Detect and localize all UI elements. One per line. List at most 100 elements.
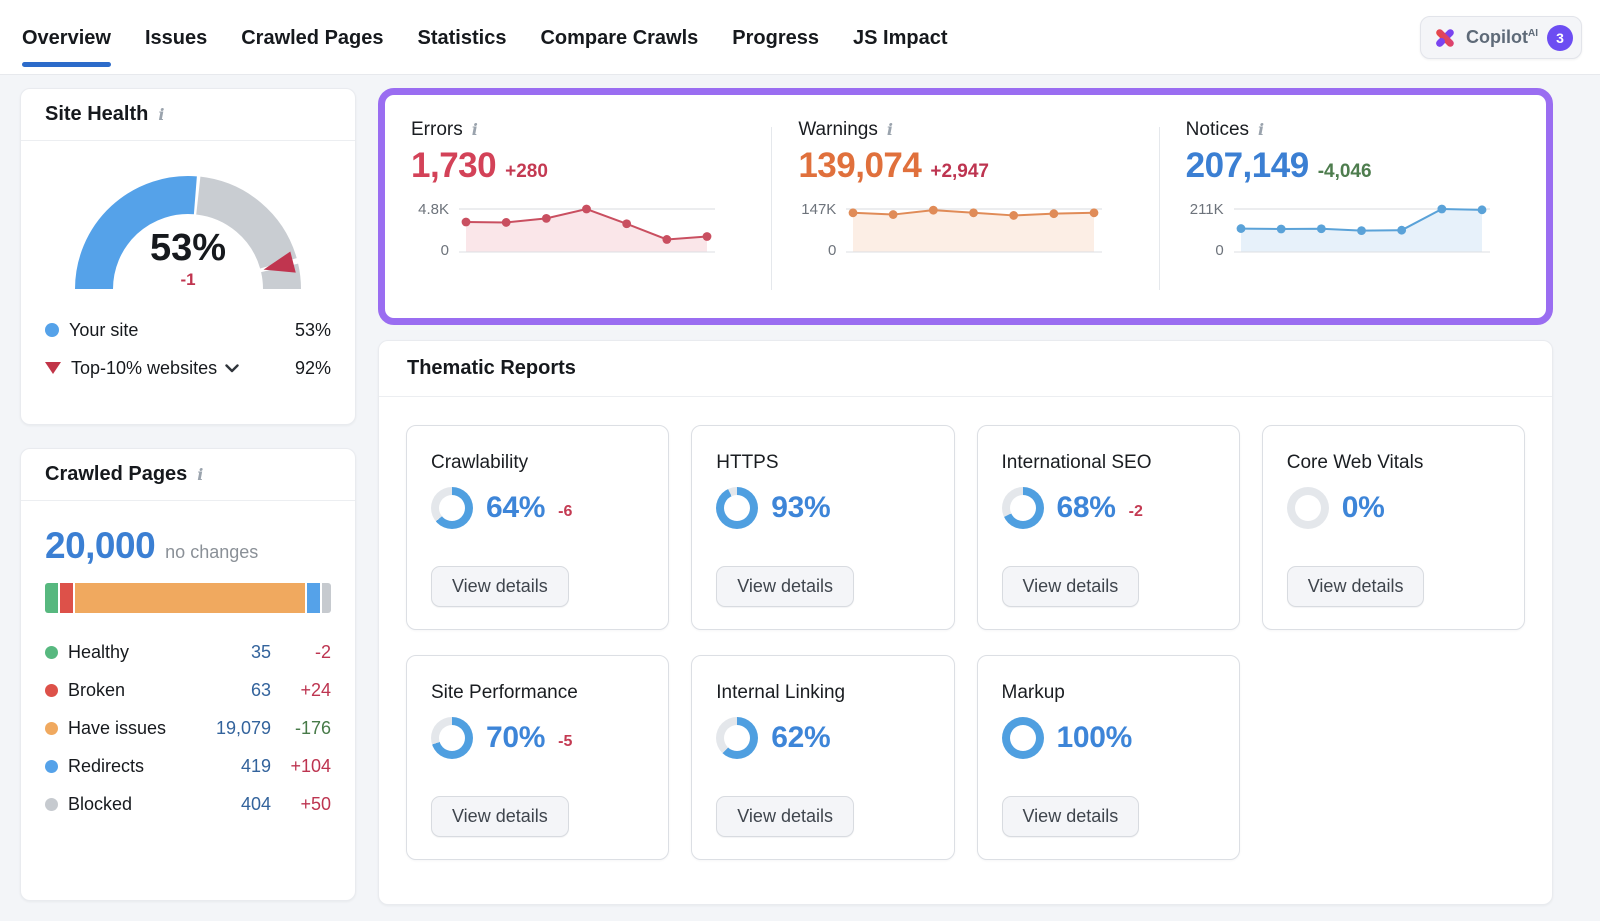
tab-statistics[interactable]: Statistics xyxy=(418,0,507,74)
view-details-button[interactable]: View details xyxy=(1287,566,1425,607)
copilot-label: CopilotAI xyxy=(1466,27,1538,48)
tab-label: Statistics xyxy=(418,27,507,50)
chevron-down-icon[interactable] xyxy=(225,364,239,373)
sparkline-svg xyxy=(846,200,1102,258)
crawled-pages-body: 20,000 no changes Healthy 35 -2 Broken 6… xyxy=(21,501,355,823)
legend-label: Have issues xyxy=(68,718,195,739)
view-details-button[interactable]: View details xyxy=(716,566,854,607)
legend-value: 19,079 xyxy=(195,718,271,739)
crawled-pages-header: Crawled Pages i xyxy=(21,449,355,501)
report-title: Markup xyxy=(1002,682,1215,704)
progress-ring xyxy=(431,717,473,759)
warnings-delta: +2,947 xyxy=(930,161,989,183)
view-details-button[interactable]: View details xyxy=(1002,566,1140,607)
crawled-pages-total: 20,000 xyxy=(45,525,155,567)
bar-segment-healthy xyxy=(45,583,58,613)
warnings-y-axis: 147K 0 xyxy=(798,200,846,258)
errors-title: Errors xyxy=(411,119,463,141)
report-card-core-web-vitals: Core Web Vitals 0% View details xyxy=(1262,425,1525,630)
thematic-reports-card: Thematic Reports Crawlability 64% -6 Vie… xyxy=(378,340,1553,905)
tab-label: Compare Crawls xyxy=(540,27,698,50)
warnings-sparkline-chart xyxy=(846,200,1102,263)
info-icon[interactable]: i xyxy=(887,122,893,138)
site-health-card: Site Health i 53% -1 Your site 53% Top-1… xyxy=(20,88,356,425)
view-details-button[interactable]: View details xyxy=(1002,796,1140,837)
legend-value: 53% xyxy=(295,320,331,341)
crawled-pages-change-note: no changes xyxy=(165,542,258,563)
tab-compare-crawls[interactable]: Compare Crawls xyxy=(540,0,698,74)
legend-value: 35 xyxy=(195,642,271,663)
legend-value: 419 xyxy=(195,756,271,777)
y-max-label: 4.8K xyxy=(418,202,449,217)
info-icon[interactable]: i xyxy=(158,107,164,123)
legend-row-have-issues: Have issues 19,079 -176 xyxy=(45,709,331,747)
legend-label: Redirects xyxy=(68,756,195,777)
legend-value: 92% xyxy=(295,358,331,379)
legend-delta: +50 xyxy=(271,794,331,815)
gauge-center: 53% -1 xyxy=(54,229,322,290)
info-icon[interactable]: i xyxy=(1258,122,1264,138)
info-icon[interactable]: i xyxy=(472,122,478,138)
redirects-dot-icon xyxy=(45,760,58,773)
tab-label: JS Impact xyxy=(853,27,947,50)
legend-label: Broken xyxy=(68,680,195,701)
top-navigation: Overview Issues Crawled Pages Statistics… xyxy=(0,0,1600,75)
legend-value: 404 xyxy=(195,794,271,815)
y-min-label: 0 xyxy=(828,243,836,258)
report-score: 93% xyxy=(771,491,830,525)
progress-ring xyxy=(431,487,473,529)
report-card-crawlability: Crawlability 64% -6 View details xyxy=(406,425,669,630)
view-details-button[interactable]: View details xyxy=(431,796,569,837)
copilot-button[interactable]: CopilotAI 3 xyxy=(1420,16,1582,59)
tab-bar: Overview Issues Crawled Pages Statistics… xyxy=(22,0,948,74)
crawled-pages-card: Crawled Pages i 20,000 no changes Health… xyxy=(20,448,356,901)
tab-crawled-pages[interactable]: Crawled Pages xyxy=(241,0,383,74)
legend-row-healthy: Healthy 35 -2 xyxy=(45,633,331,671)
bar-segment-blocked xyxy=(322,583,331,613)
view-details-button[interactable]: View details xyxy=(716,796,854,837)
top10-triangle-icon xyxy=(45,362,61,374)
report-card-international-seo: International SEO 68% -2 View details xyxy=(977,425,1240,630)
bar-segment-broken xyxy=(60,583,74,613)
thematic-reports-title: Thematic Reports xyxy=(407,357,576,380)
sparkline-svg xyxy=(1234,200,1490,258)
progress-ring xyxy=(1002,717,1044,759)
report-title: International SEO xyxy=(1002,452,1215,474)
notices-title: Notices xyxy=(1186,119,1249,141)
legend-label: Your site xyxy=(69,320,138,341)
y-max-label: 147K xyxy=(801,202,836,217)
report-card-site-performance: Site Performance 70% -5 View details xyxy=(406,655,669,860)
tab-overview[interactable]: Overview xyxy=(22,0,111,74)
blocked-dot-icon xyxy=(45,798,58,811)
tab-label: Overview xyxy=(22,27,111,50)
notices-section: Notices i 207,149 -4,046 211K 0 xyxy=(1160,95,1546,318)
notices-sparkline-chart xyxy=(1234,200,1490,263)
bar-segment-redirects xyxy=(307,583,320,613)
tab-issues[interactable]: Issues xyxy=(145,0,207,74)
copilot-logo-icon xyxy=(1433,26,1457,50)
y-max-label: 211K xyxy=(1190,202,1224,217)
tab-progress[interactable]: Progress xyxy=(732,0,819,74)
y-min-label: 0 xyxy=(441,243,449,258)
legend-delta: +24 xyxy=(271,680,331,701)
errors-y-axis: 4.8K 0 xyxy=(411,200,459,258)
tab-js-impact[interactable]: JS Impact xyxy=(853,0,947,74)
report-delta: -5 xyxy=(558,733,572,751)
legend-delta: +104 xyxy=(271,756,331,777)
legend-label: Healthy xyxy=(68,642,195,663)
progress-ring xyxy=(1002,487,1044,529)
progress-ring xyxy=(1287,487,1329,529)
report-score: 100% xyxy=(1057,721,1133,755)
site-health-legend: Your site 53% Top-10% websites 92% xyxy=(21,305,355,387)
errors-delta: +280 xyxy=(505,161,548,183)
legend-label: Top-10% websites xyxy=(71,358,217,379)
legend-row-your-site: Your site 53% xyxy=(45,311,331,349)
broken-dot-icon xyxy=(45,684,58,697)
info-icon[interactable]: i xyxy=(197,467,203,483)
site-health-score-delta: -1 xyxy=(54,270,322,290)
report-score: 68% xyxy=(1057,491,1116,525)
view-details-button[interactable]: View details xyxy=(431,566,569,607)
notices-delta: -4,046 xyxy=(1318,161,1372,183)
crawled-pages-stacked-bar xyxy=(45,583,331,613)
legend-row-top10: Top-10% websites 92% xyxy=(45,349,331,387)
